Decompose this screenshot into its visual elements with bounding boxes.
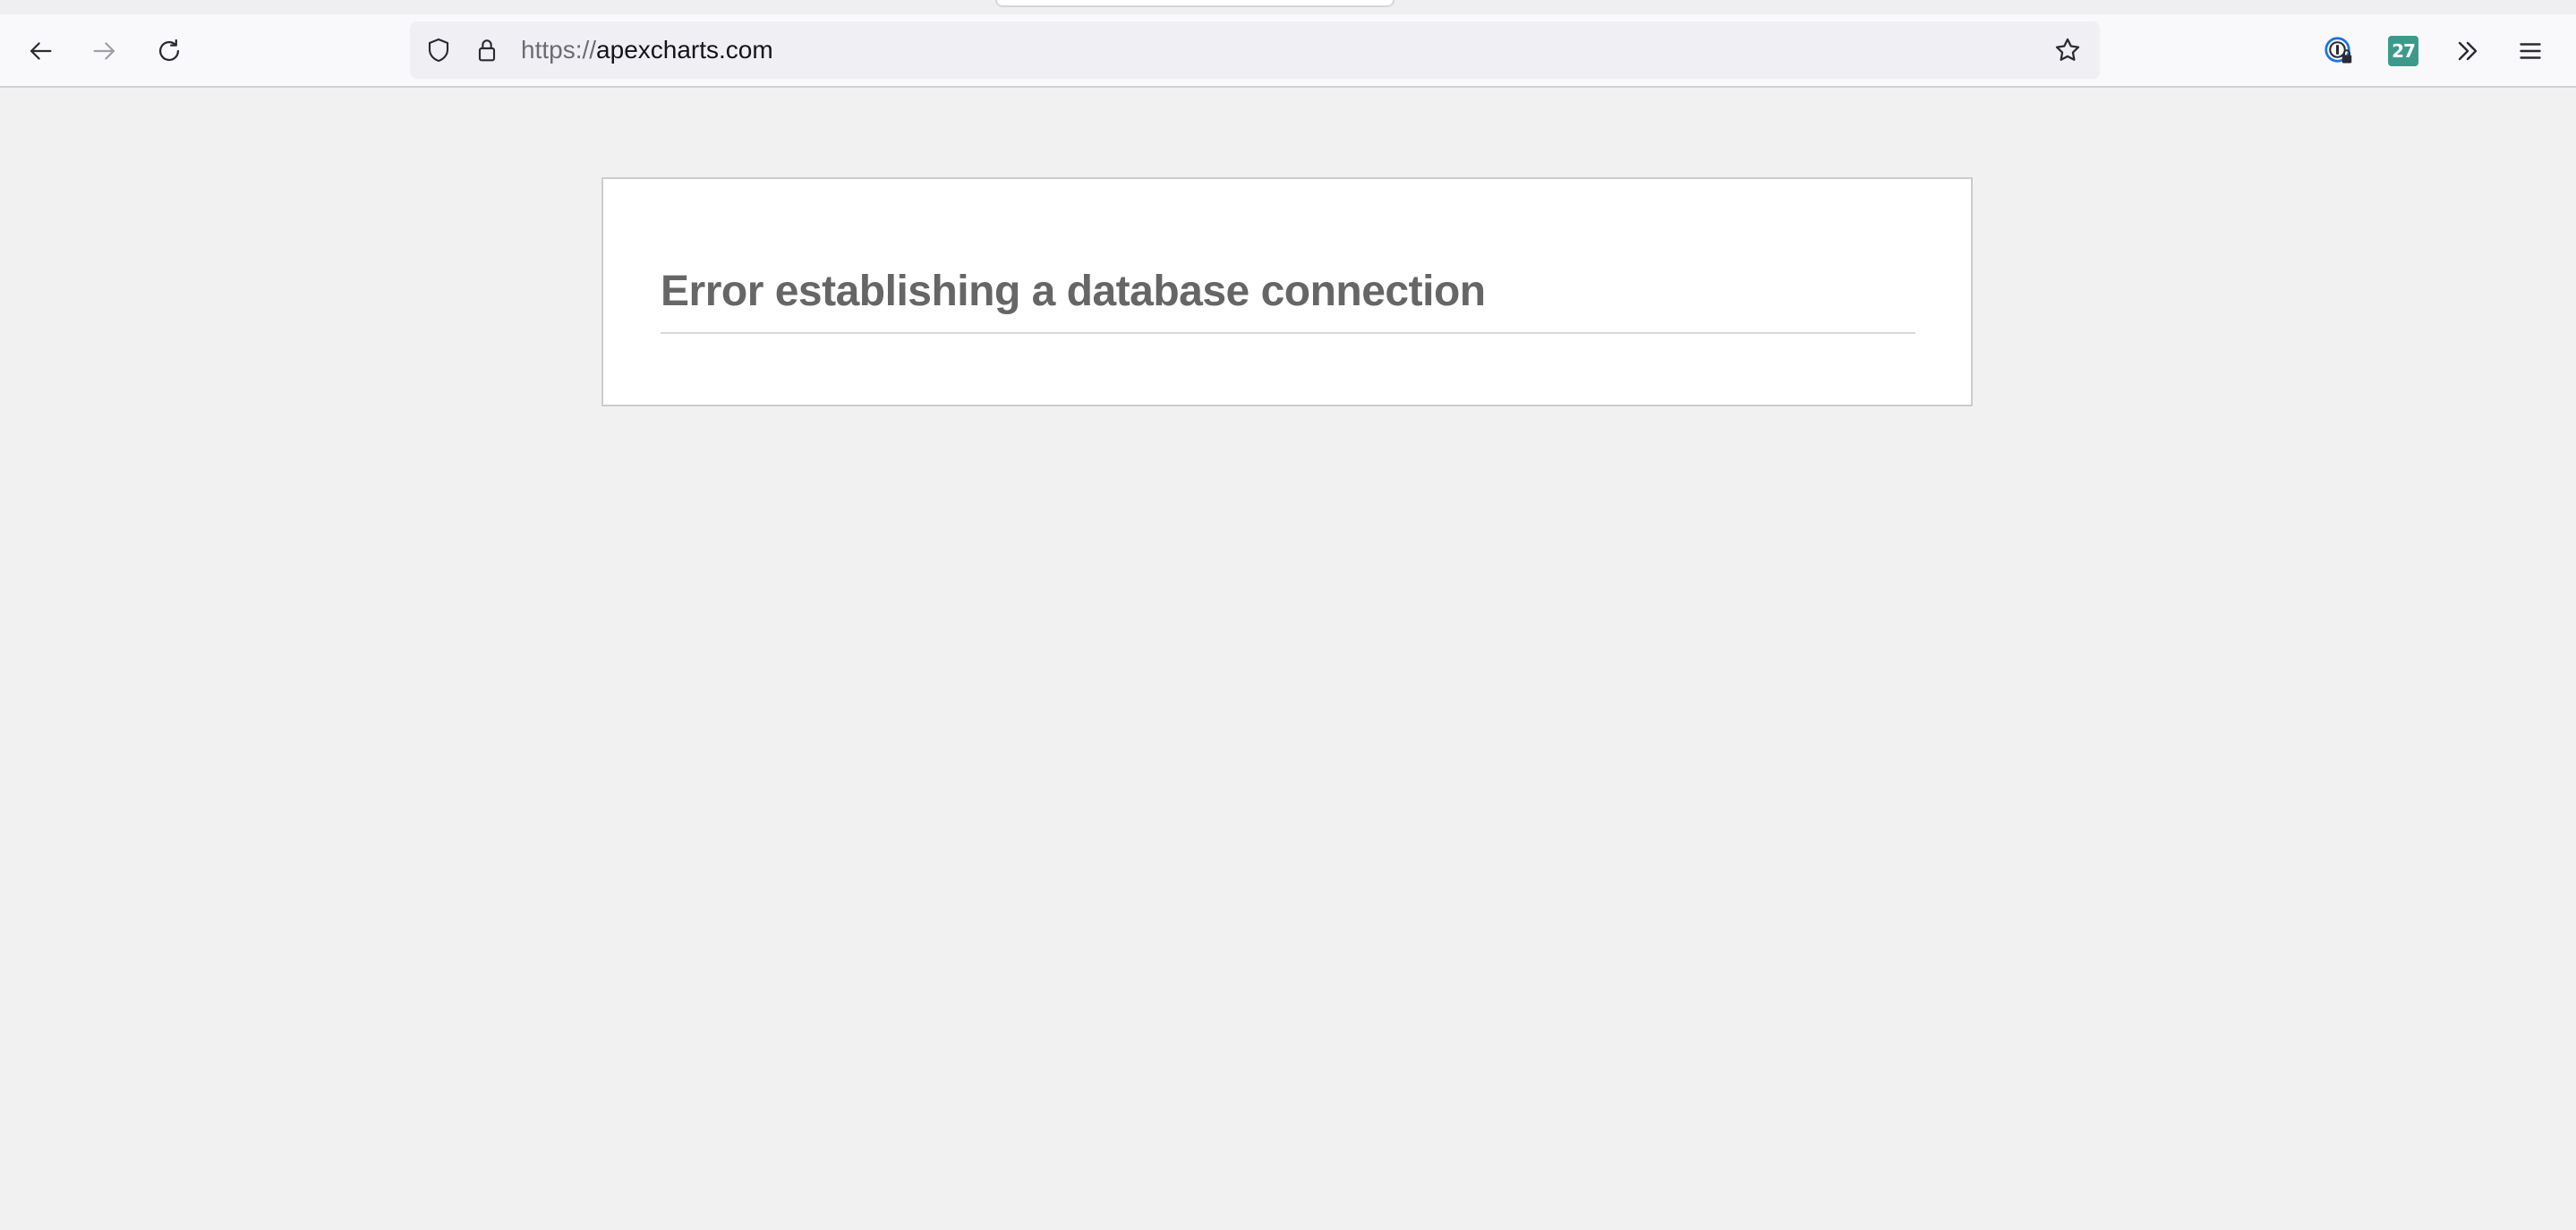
- calendar-extension-button[interactable]: 27: [2379, 27, 2427, 75]
- browser-toolbar: https://apexcharts.com 27: [0, 0, 2576, 88]
- reload-icon: [158, 38, 180, 62]
- reload-button[interactable]: [145, 27, 193, 75]
- url-scheme: https://: [521, 36, 597, 64]
- forward-button[interactable]: [81, 27, 129, 75]
- active-tab[interactable]: [995, 0, 1395, 7]
- bookmark-button[interactable]: [2050, 32, 2086, 68]
- url-text[interactable]: https://apexcharts.com: [521, 21, 773, 79]
- app-menu-button[interactable]: [2506, 27, 2555, 75]
- arrow-left-icon: [30, 42, 52, 60]
- calendar-icon: 27: [2388, 36, 2418, 66]
- tab-strip: [0, 0, 2576, 14]
- error-panel: Error establishing a database connection: [601, 177, 1973, 406]
- password-manager-extension-button[interactable]: [2315, 27, 2363, 75]
- url-host: apexcharts.com: [596, 36, 773, 64]
- address-bar[interactable]: https://apexcharts.com: [410, 21, 2100, 79]
- lock-icon[interactable]: [473, 36, 501, 64]
- shield-icon[interactable]: [424, 36, 453, 64]
- back-button[interactable]: [16, 27, 64, 75]
- onepassword-icon: [2324, 37, 2352, 64]
- star-icon: [2055, 38, 2080, 61]
- chevron-double-right-icon: [2458, 41, 2478, 61]
- arrow-right-icon: [93, 42, 115, 60]
- error-message: Error establishing a database connection: [661, 267, 1915, 334]
- extensions-overflow-button[interactable]: [2444, 27, 2492, 75]
- hamburger-menu-icon: [2520, 43, 2541, 59]
